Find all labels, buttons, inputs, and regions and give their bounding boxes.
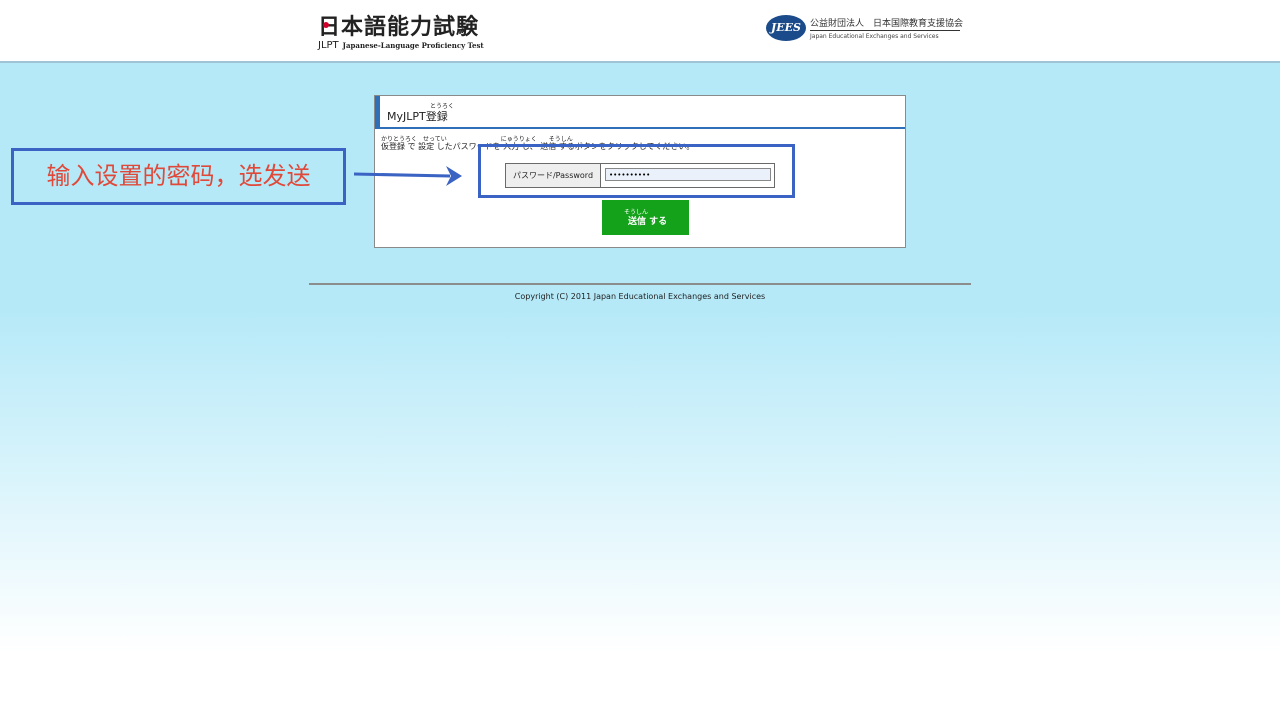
site-header: 日本語能力試験 JLPT Japanese-Language Proficienc… — [0, 0, 1280, 63]
footer-divider — [309, 283, 971, 285]
jees-name: 公益財団法人 日本国際教育支援協会 Japan Educational Exch… — [810, 16, 963, 40]
arrow-right-icon — [354, 166, 462, 186]
logo-jlpt-text: JLPT — [318, 40, 339, 51]
copyright-text: Copyright (C) 2011 Japan Educational Exc… — [514, 292, 766, 301]
password-highlight-box — [478, 144, 795, 198]
panel-accent-bar — [375, 96, 380, 127]
jees-english-name: Japan Educational Exchanges and Services — [810, 33, 939, 40]
panel-title: MyJLPT登録 — [387, 110, 448, 123]
jees-japanese-name: 公益財団法人 日本国際教育支援協会 — [810, 16, 963, 31]
instruction-callout: 输入设置的密码，选发送 — [11, 148, 346, 205]
logo-subtitle: JLPT Japanese-Language Proficiency Test — [318, 40, 484, 51]
logo-english-text: Japanese-Language Proficiency Test — [342, 41, 484, 50]
send-label: 送信 する — [628, 217, 668, 227]
jees-emblem-icon: JEES — [766, 15, 806, 41]
red-dot-icon — [323, 22, 329, 28]
jlpt-logo[interactable]: 日本語能力試験 JLPT Japanese-Language Proficienc… — [318, 14, 484, 51]
logo-title: 日本語能力試験 — [318, 14, 480, 40]
send-button[interactable]: そうしん 送信 する — [602, 200, 689, 235]
panel-header: とうろく MyJLPT登録 — [375, 96, 905, 129]
